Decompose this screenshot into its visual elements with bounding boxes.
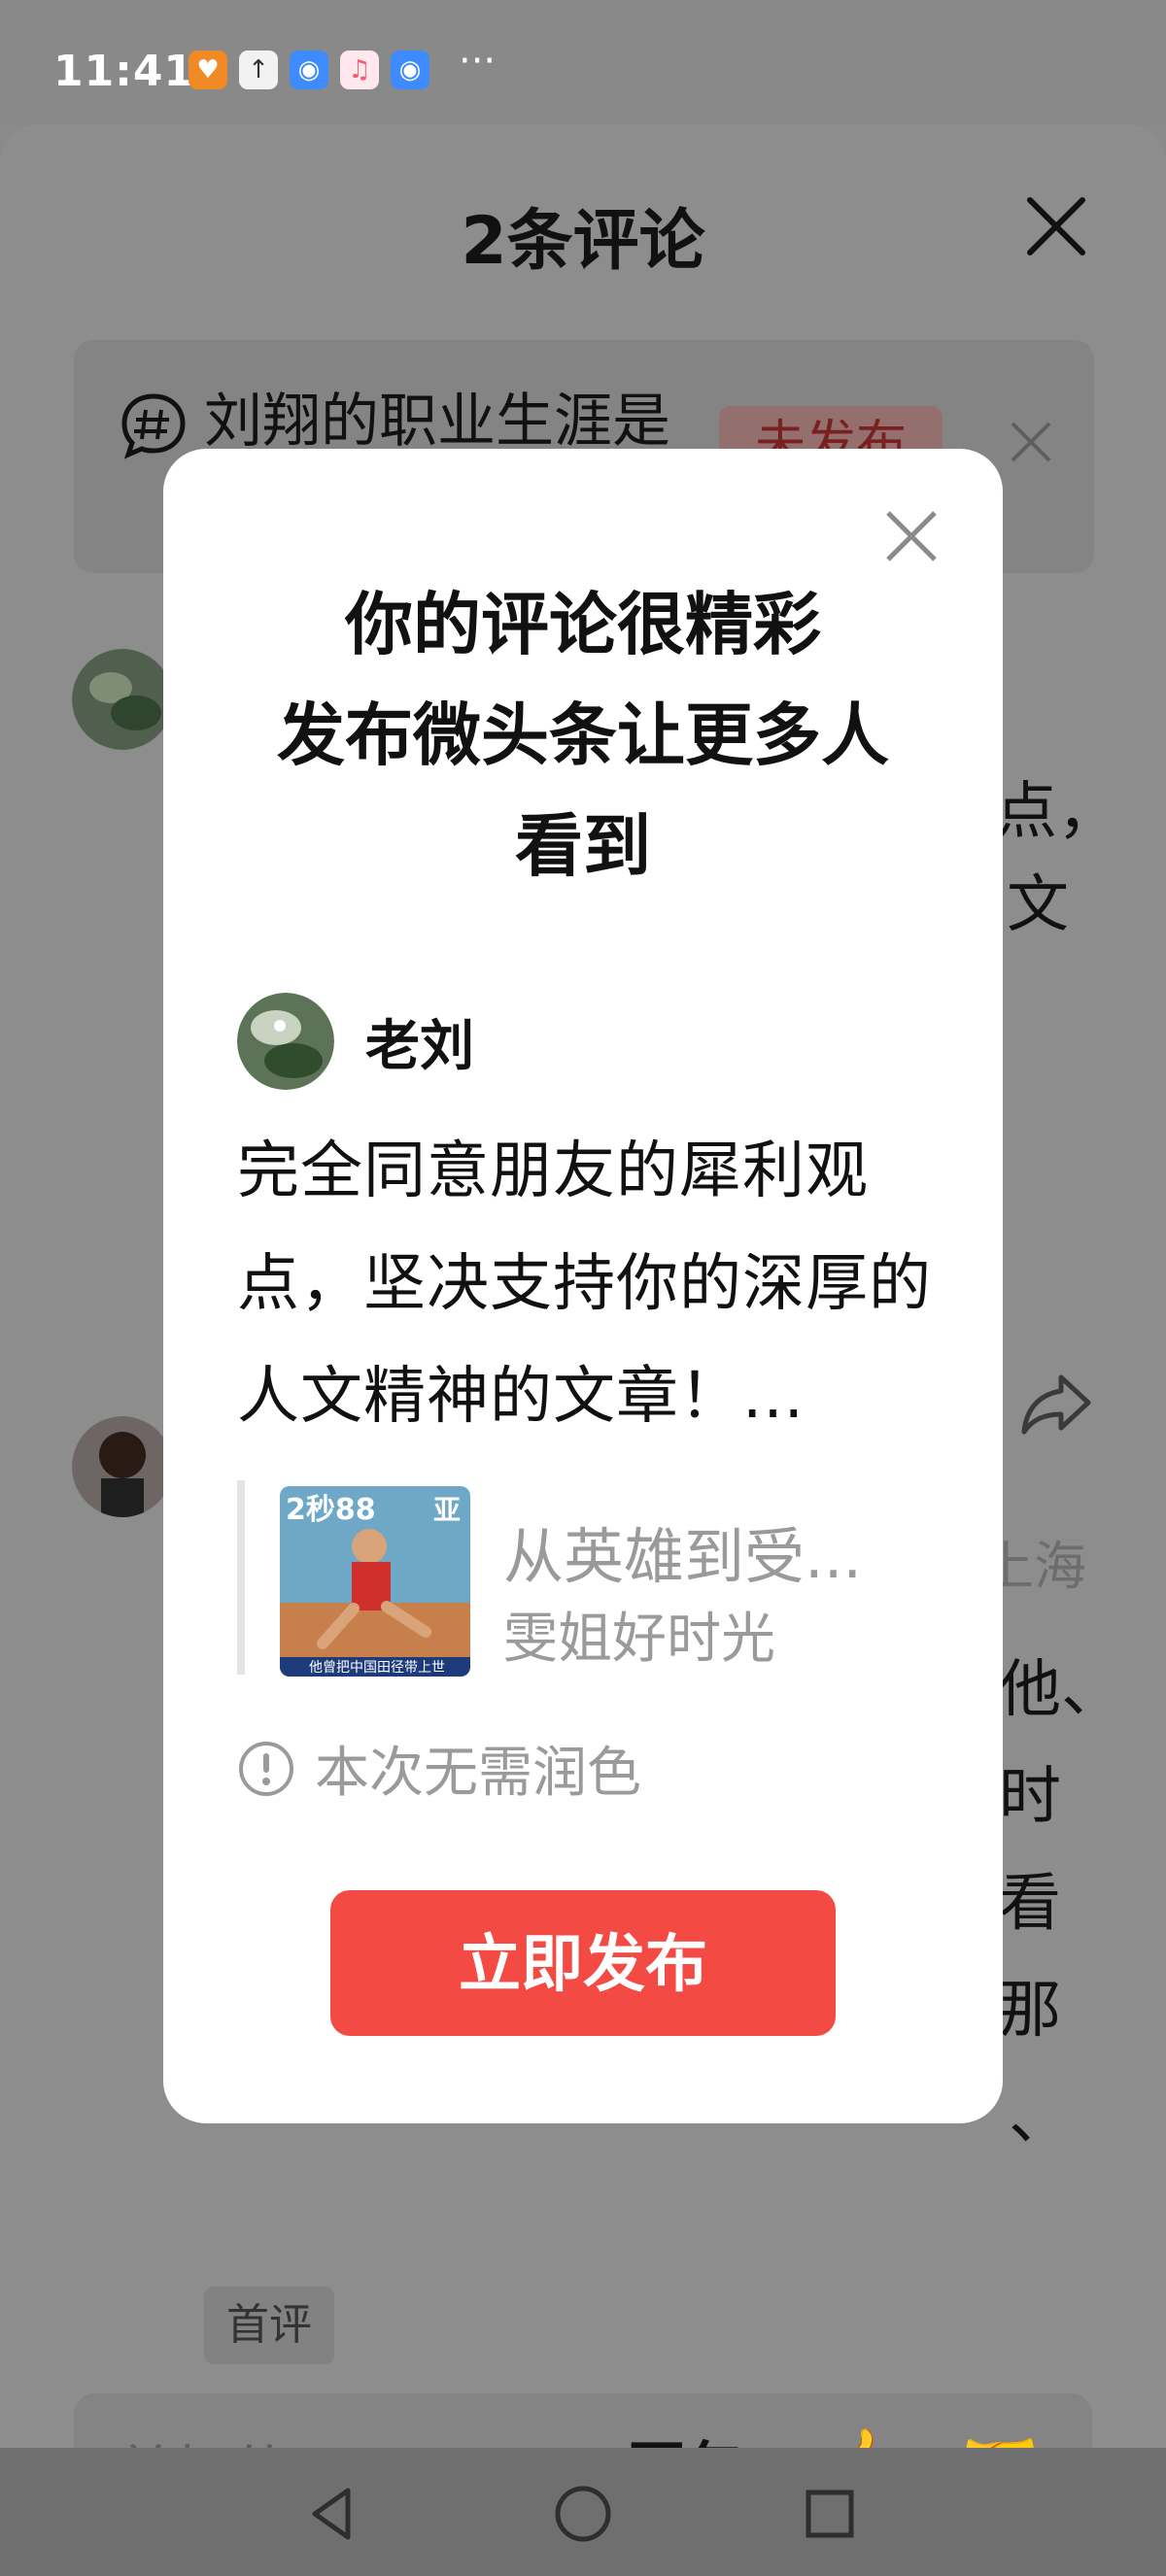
polish-hint: 本次无需润色 bbox=[237, 1729, 641, 1808]
avatar bbox=[237, 993, 334, 1090]
comment-text-fragment: 那 bbox=[999, 1975, 1061, 2047]
home-icon[interactable] bbox=[552, 2483, 614, 2545]
author-name: 老刘 bbox=[365, 1014, 474, 1078]
dialog-title-line: 发布微头条让更多人 bbox=[277, 695, 889, 775]
status-time: 11:41 bbox=[53, 47, 195, 96]
hint-text: 本次无需润色 bbox=[315, 1742, 641, 1805]
thumbnail-text: 亚 bbox=[433, 1494, 461, 1526]
thumbnail-caption: 他曾把中国田径带上世 bbox=[309, 1660, 445, 1676]
close-icon[interactable] bbox=[1007, 418, 1055, 466]
system-navigation-bar bbox=[0, 2448, 1166, 2576]
quoted-article[interactable]: 2秒88 亚 他曾把中国田径带上世 从英雄到受... 雯姐好时光 bbox=[237, 1480, 944, 1677]
dialog-title: 你的评论很精彩 发布微头条让更多人 看到 bbox=[163, 569, 1003, 901]
recents-icon[interactable] bbox=[799, 2483, 861, 2545]
comment-text-fragment: 文 bbox=[1007, 869, 1069, 941]
comment-body: 完全同意朋友的犀利观点，坚决支持你的深厚的人文精神的文章！... bbox=[237, 1135, 932, 1433]
avatar[interactable] bbox=[72, 1416, 173, 1517]
publish-button[interactable]: 立即发布 bbox=[330, 1890, 836, 2036]
browser-icon: ◉ bbox=[391, 51, 429, 89]
back-icon[interactable] bbox=[303, 2483, 365, 2545]
dialog-title-line: 看到 bbox=[515, 806, 651, 886]
status-more-icon: ··· bbox=[459, 39, 497, 84]
thumbnail-text: 2秒88 bbox=[286, 1493, 376, 1527]
close-icon[interactable] bbox=[884, 509, 939, 563]
close-icon[interactable] bbox=[1022, 192, 1090, 260]
browser-icon: ◉ bbox=[290, 51, 328, 89]
music-icon: ♫ bbox=[340, 51, 379, 89]
article-title: 从英雄到受... bbox=[503, 1521, 863, 1592]
article-author: 雯姐好时光 bbox=[503, 1608, 775, 1671]
dialog-title-line: 你的评论很精彩 bbox=[345, 585, 821, 664]
info-icon bbox=[239, 1741, 293, 1796]
article-thumbnail: 2秒88 亚 他曾把中国田径带上世 bbox=[280, 1486, 470, 1677]
publish-dialog: 你的评论很精彩 发布微头条让更多人 看到 老刘 完全同意朋友的犀利观点，坚决支持… bbox=[163, 449, 1003, 2123]
author-row: 老刘 bbox=[237, 993, 474, 1090]
app-orange-icon: ♥ bbox=[189, 51, 227, 89]
sheet-title: 2条评论 bbox=[461, 203, 705, 280]
comment-text-fragment: 他、 bbox=[999, 1654, 1123, 1726]
share-icon[interactable] bbox=[1018, 1372, 1092, 1438]
comment-text-fragment: 时 bbox=[999, 1761, 1061, 1833]
comment-text-fragment: 看 bbox=[999, 1868, 1061, 1940]
first-comment-tag: 首评 bbox=[204, 2287, 334, 2364]
upload-icon: ↑ bbox=[239, 51, 278, 89]
status-notification-icons: ♥ ↑ ◉ ♫ ◉ bbox=[189, 51, 429, 89]
status-bar: 11:41 ♥ ↑ ◉ ♫ ◉ ··· bbox=[0, 0, 1166, 126]
comment-text-fragment: 、 bbox=[1009, 2082, 1071, 2153]
comment-text-fragment: 点， bbox=[995, 776, 1119, 848]
avatar[interactable] bbox=[72, 649, 173, 750]
